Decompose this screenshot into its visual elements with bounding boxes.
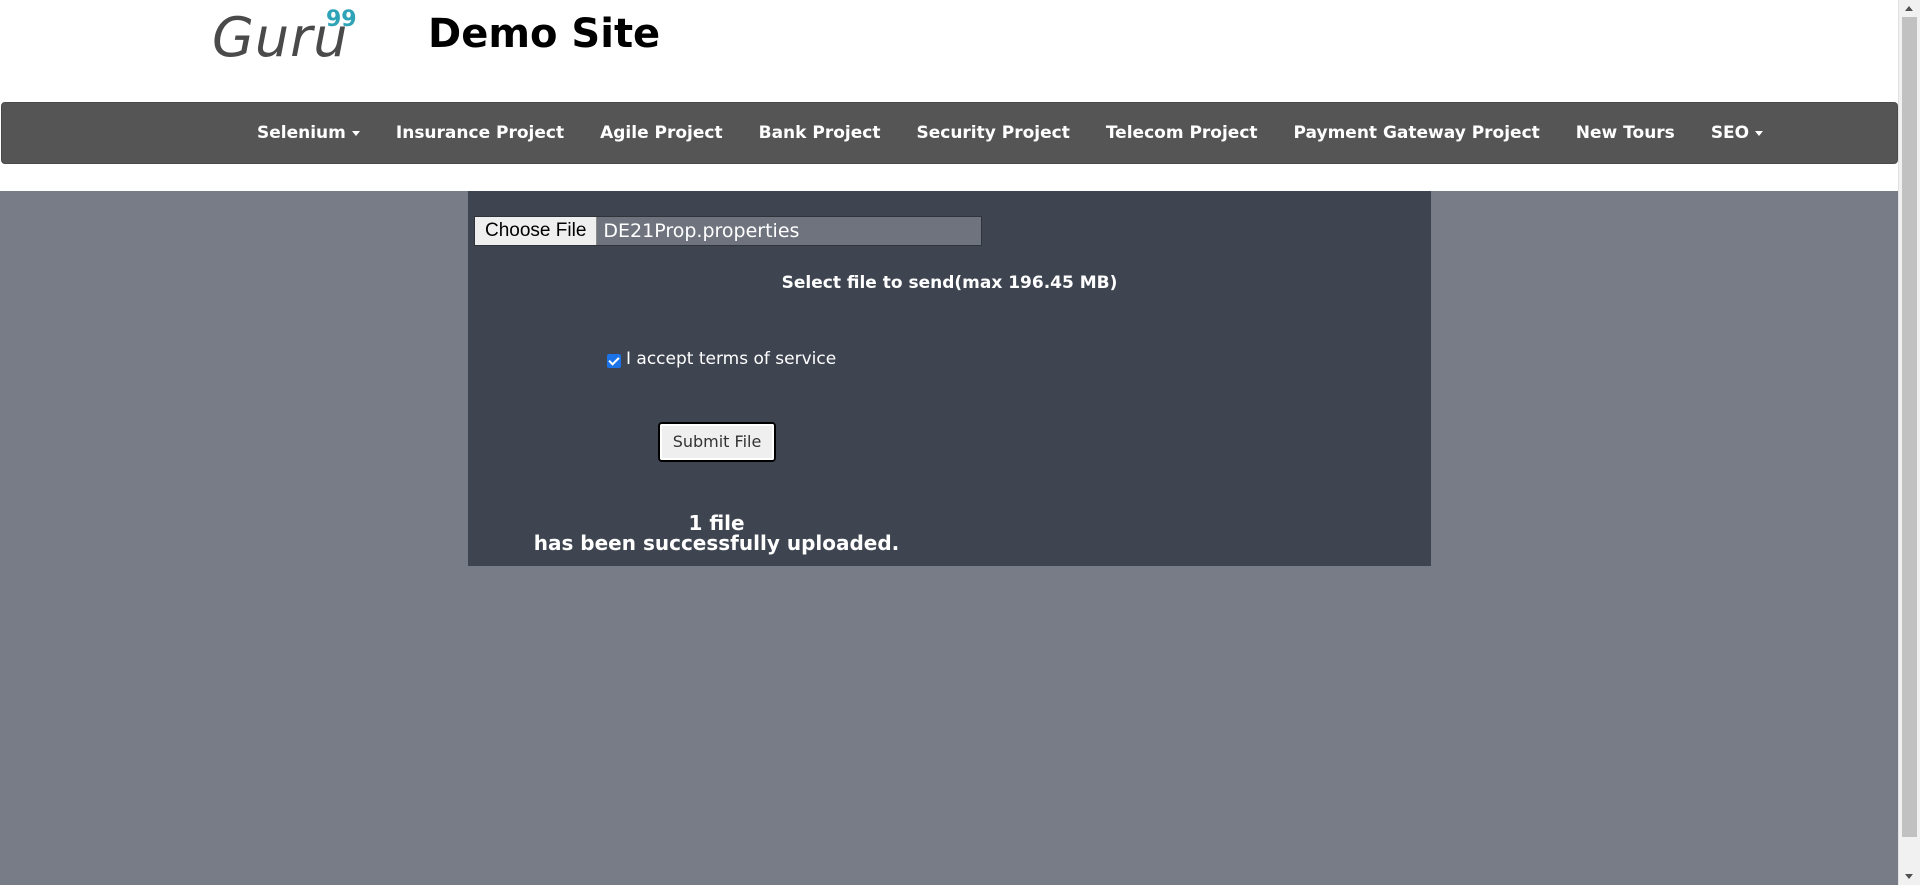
success-line-1: 1 file xyxy=(688,511,745,535)
terms-checkbox[interactable] xyxy=(607,354,621,368)
nav-item-payment-gateway-project[interactable]: Payment Gateway Project xyxy=(1276,103,1558,163)
nav-item-telecom-project[interactable]: Telecom Project xyxy=(1088,103,1276,163)
file-input[interactable]: Choose File DE21Prop.properties xyxy=(474,216,982,246)
nav-item-label: New Tours xyxy=(1575,123,1675,143)
success-line-2: has been successfully uploaded. xyxy=(533,531,900,555)
caret-down-icon xyxy=(351,130,360,136)
nav-item-label: Bank Project xyxy=(758,123,881,143)
max-size-text: Select file to send(max 196.45 MB) xyxy=(781,273,1118,293)
nav-item-bank-project[interactable]: Bank Project xyxy=(741,103,899,163)
nav-item-label: SEO xyxy=(1710,123,1750,143)
caret-down-icon xyxy=(1755,130,1764,136)
nav-item-seo[interactable]: SEO xyxy=(1693,103,1781,163)
scrollbar-thumb[interactable] xyxy=(1902,17,1917,837)
upload-panel xyxy=(468,191,1431,566)
terms-row: I accept terms of service xyxy=(607,347,836,371)
choose-file-button[interactable]: Choose File xyxy=(475,217,598,245)
terms-label[interactable]: I accept terms of service xyxy=(626,347,836,371)
selected-file-name: DE21Prop.properties xyxy=(603,220,800,242)
nav-item-label: Payment Gateway Project xyxy=(1293,123,1540,143)
nav-item-label: Telecom Project xyxy=(1105,123,1258,143)
logo-superscript: 99 xyxy=(326,7,357,32)
header: Guru 99 Demo Site xyxy=(0,0,1898,102)
nav-item-label: Agile Project xyxy=(600,123,723,143)
nav-item-new-tours[interactable]: New Tours xyxy=(1558,103,1693,163)
nav-item-selenium[interactable]: Selenium xyxy=(239,103,378,163)
nav-item-label: Selenium xyxy=(257,123,346,143)
site-title: Demo Site xyxy=(428,11,661,57)
scroll-down-arrow-icon[interactable] xyxy=(1899,868,1920,885)
upload-success-message: 1 file has been successfully uploaded. xyxy=(468,513,965,553)
nav-item-agile-project[interactable]: Agile Project xyxy=(582,103,741,163)
vertical-scrollbar[interactable] xyxy=(1898,0,1920,885)
nav-menu: Selenium Insurance Project Agile Project… xyxy=(239,103,1781,163)
page: Guru 99 Demo Site Selenium Insurance Pro… xyxy=(0,0,1920,885)
guru99-logo[interactable]: Guru 99 xyxy=(212,6,362,70)
nav-item-label: Insurance Project xyxy=(395,123,565,143)
nav-item-label: Security Project xyxy=(916,123,1070,143)
submit-file-button[interactable]: Submit File xyxy=(658,422,776,462)
nav-item-security-project[interactable]: Security Project xyxy=(898,103,1087,163)
scroll-up-arrow-icon[interactable] xyxy=(1899,0,1920,17)
nav-item-insurance-project[interactable]: Insurance Project xyxy=(378,103,582,163)
navbar: Selenium Insurance Project Agile Project… xyxy=(1,102,1898,164)
